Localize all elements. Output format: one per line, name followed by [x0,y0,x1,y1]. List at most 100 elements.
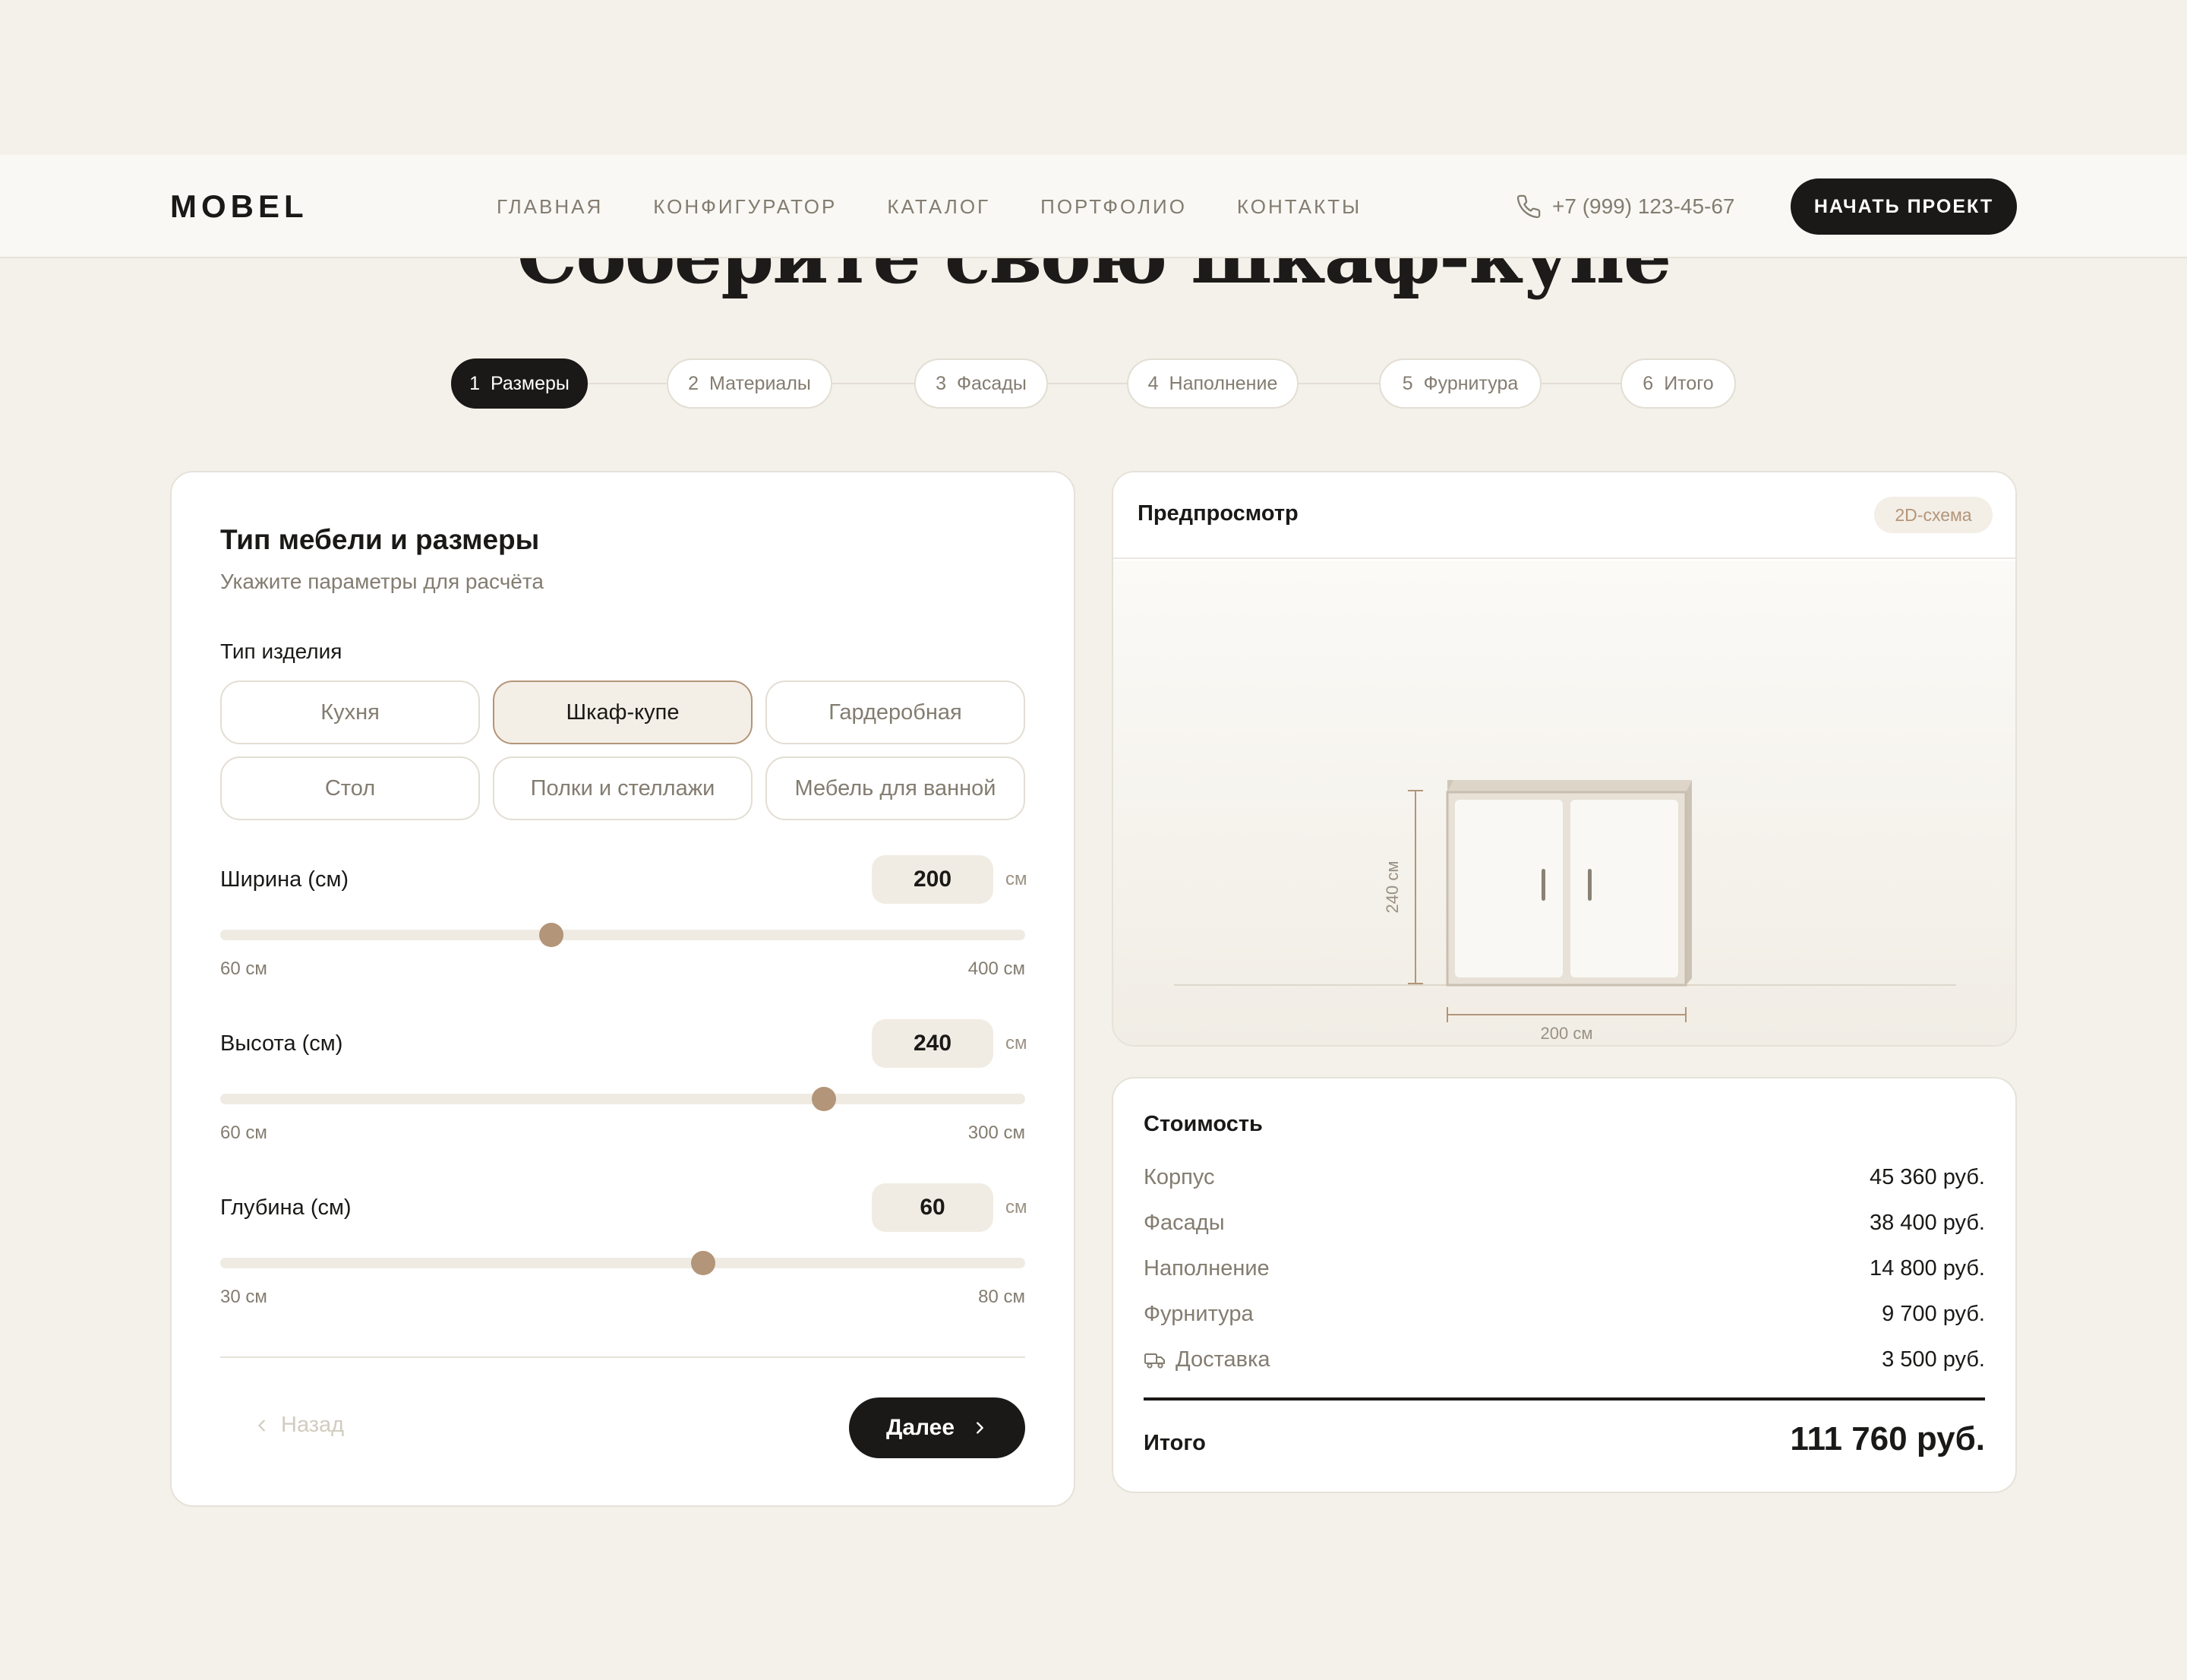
phone-icon [1516,194,1541,219]
preview-canvas: 240 см 200 см [1113,561,2015,1045]
depth-max-label: 80 см [978,1287,1025,1307]
step-label: Размеры [491,372,570,394]
step-materials[interactable]: 2 Материалы [667,358,832,409]
height-control: Высота (см) 240 см 60 см 300 см [220,1019,1027,1183]
height-slider-track[interactable] [220,1094,1025,1104]
door-handle-left [1542,869,1545,901]
step-label: Итого [1664,372,1714,394]
step-facades[interactable]: 3 Фасады [914,358,1048,409]
preview-header: Предпросмотр 2D-схема [1113,472,2015,559]
width-slider-thumb[interactable] [539,923,564,947]
depth-slider-track[interactable] [220,1258,1025,1268]
type-option-shelves[interactable]: Полки и стеллажи [493,756,753,820]
step-number: 5 [1402,372,1413,394]
width-min-label: 60 см [220,958,267,979]
cost-value: 3 500 руб. [1882,1347,1985,1372]
nav-item-catalog[interactable]: КАТАЛОГ [887,191,990,222]
nav-item-home[interactable]: ГЛАВНАЯ [497,191,603,222]
width-max-label: 400 см [967,958,1025,979]
config-title: Тип мебели и размеры [220,524,540,555]
width-label: Ширина (см) [220,867,349,892]
width-slider-track[interactable] [220,930,1025,940]
depth-min-label: 30 см [220,1287,267,1307]
step-connector [832,383,914,384]
step-connector [1048,383,1127,384]
step-number: 1 [469,372,480,394]
step-label: Фурнитура [1423,372,1519,394]
logo[interactable]: MOBEL [170,188,308,225]
next-button[interactable]: Далее [849,1397,1025,1458]
height-unit: см [1005,1033,1027,1053]
phone-number: +7 (999) 123-45-67 [1552,194,1735,218]
step-connector [1542,383,1621,384]
preview-title: Предпросмотр [1138,501,1299,526]
cost-row: Наполнение 14 800 руб. [1144,1253,1985,1287]
height-min-label: 60 см [220,1123,267,1143]
depth-control: Глубина (см) 60 см 30 см 80 см [220,1183,1027,1347]
type-option-bathroom[interactable]: Мебель для ванной [765,756,1025,820]
divider [220,1356,1025,1358]
step-number: 6 [1643,372,1654,394]
config-card: Тип мебели и размеры Укажите параметры д… [170,471,1075,1507]
step-summary[interactable]: 6 Итого [1621,358,1736,409]
back-button[interactable]: Назад [254,1413,344,1438]
cost-value: 9 700 руб. [1882,1302,1985,1326]
step-hardware[interactable]: 5 Фурнитура [1379,358,1542,409]
cost-title: Стоимость [1144,1112,1263,1136]
cost-name: Доставка [1176,1347,1270,1372]
config-subtitle: Укажите параметры для расчёта [220,570,544,593]
width-input[interactable]: 200 [872,855,993,904]
depth-slider-thumb[interactable] [691,1251,715,1275]
total-divider [1144,1397,1985,1401]
height-dimension-label: 240 см [1383,861,1402,914]
nav-item-configurator[interactable]: КОНФИГУРАТОР [653,191,837,222]
view-mode-badge: 2D-схема [1874,497,1993,533]
step-number: 4 [1147,372,1159,394]
step-filling[interactable]: 4 Наполнение [1127,358,1299,409]
height-slider-thumb[interactable] [812,1087,836,1111]
wardrobe-top-face [1447,780,1692,792]
wardrobe-door-left [1455,800,1563,977]
chevron-left-icon [258,1419,265,1432]
main-nav: ГЛАВНАЯ КОНФИГУРАТОР КАТАЛОГ ПОРТФОЛИО К… [497,191,1362,222]
preview-card: Предпросмотр 2D-схема 240 см 200 см [1112,471,2017,1047]
cost-name: Наполнение [1144,1256,1270,1281]
type-label: Тип изделия [220,639,342,663]
cost-row: Фасады 38 400 руб. [1144,1208,1985,1241]
cost-value: 45 360 руб. [1869,1165,1985,1189]
phone-link[interactable]: +7 (999) 123-45-67 [1516,190,1735,223]
cost-name-delivery: Доставка [1144,1347,1270,1372]
width-unit: см [1005,869,1027,889]
cost-card: Стоимость Корпус 45 360 руб. Фасады 38 4… [1112,1077,2017,1493]
cost-name: Корпус [1144,1165,1215,1189]
wardrobe-door-right [1570,800,1678,977]
depth-input[interactable]: 60 [872,1183,993,1232]
start-project-button[interactable]: НАЧАТЬ ПРОЕКТ [1791,178,2017,235]
cost-row: Доставка 3 500 руб. [1144,1344,1985,1378]
type-option-dressing-room[interactable]: Гардеробная [765,681,1025,744]
nav-item-portfolio[interactable]: ПОРТФОЛИО [1040,191,1187,222]
type-option-kitchen[interactable]: Кухня [220,681,480,744]
height-input[interactable]: 240 [872,1019,993,1068]
chevron-right-icon [977,1422,983,1434]
door-handle-right [1588,869,1592,901]
height-max-label: 300 см [967,1123,1025,1143]
cost-value: 38 400 руб. [1869,1211,1985,1235]
type-option-wardrobe[interactable]: Шкаф-купе [493,681,753,744]
next-label: Далее [885,1415,955,1440]
total-label: Итого [1144,1431,1206,1455]
step-label: Материалы [709,372,811,394]
type-option-table[interactable]: Стол [220,756,480,820]
cost-row: Фурнитура 9 700 руб. [1144,1299,1985,1332]
cost-row: Корпус 45 360 руб. [1144,1162,1985,1195]
height-label: Высота (см) [220,1031,343,1056]
depth-unit: см [1005,1197,1027,1217]
site-header: MOBEL ГЛАВНАЯ КОНФИГУРАТОР КАТАЛОГ ПОРТФ… [0,155,2187,258]
stepper: 1 Размеры 2 Материалы 3 Фасады 4 Наполне… [0,358,2187,409]
cost-value: 14 800 руб. [1869,1256,1985,1281]
cost-name: Фасады [1144,1211,1225,1235]
nav-item-contacts[interactable]: КОНТАКТЫ [1237,191,1362,222]
width-dimension-label: 200 см [1541,1024,1593,1043]
step-number: 2 [688,372,699,394]
step-sizes[interactable]: 1 Размеры [451,358,588,409]
